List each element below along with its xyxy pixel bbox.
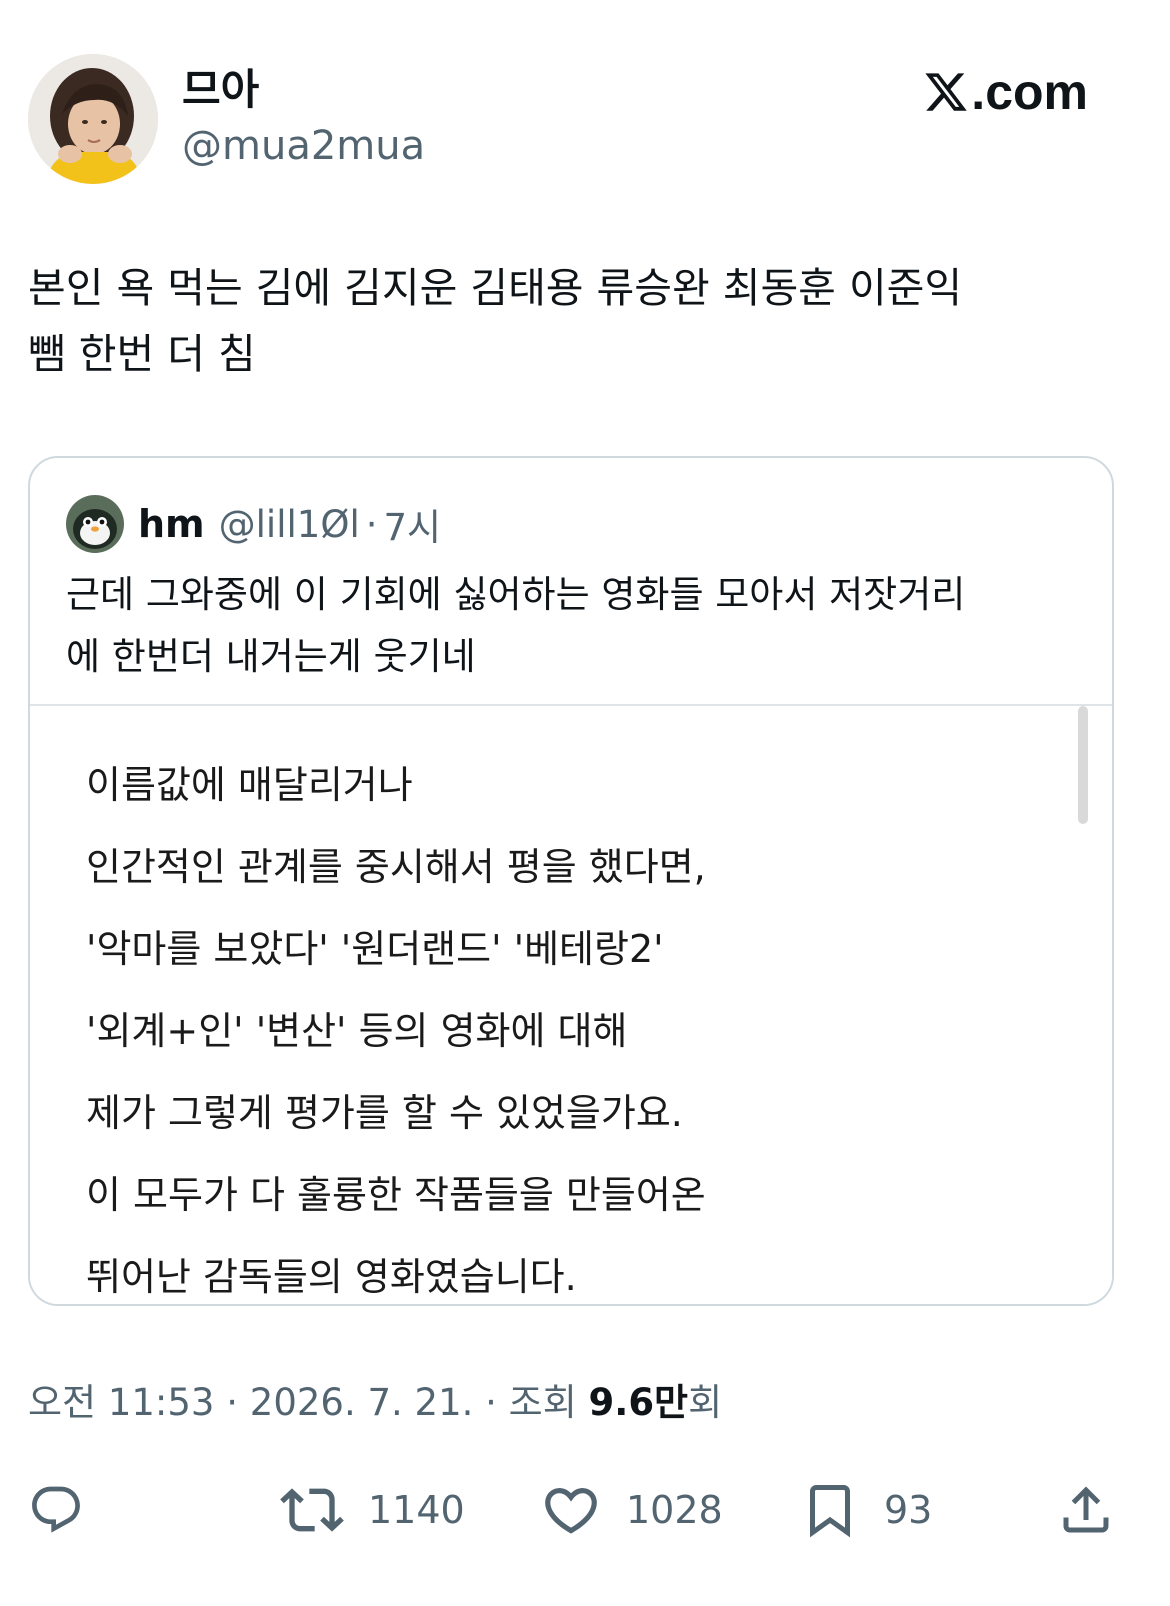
image-scrollbar <box>1078 706 1088 824</box>
image-text-line: 인간적인 관계를 중시해서 평을 했다면, <box>86 845 706 889</box>
bookmark-button[interactable]: 93 <box>800 1470 932 1550</box>
like-button[interactable]: 1028 <box>540 1470 723 1550</box>
author-display-name[interactable]: 므아 <box>182 64 259 116</box>
views-suffix: 회 <box>688 1381 723 1424</box>
meta-separator: · <box>214 1381 250 1424</box>
tweet-text-line: 뺌 한번 더 침 <box>28 330 256 378</box>
views-count: 9.6만 <box>588 1381 689 1424</box>
tweet-text: 본인 욕 먹는 김에 김지운 김태용 류승완 최동훈 이준익 뺌 한번 더 침 <box>28 255 1138 387</box>
action-bar: 1140 1028 93 <box>0 1470 1170 1550</box>
post-time[interactable]: 오전 11:53 <box>28 1381 214 1424</box>
tweet-meta: 오전 11:53 · 2026. 7. 21. · 조회 9.6만회 <box>28 1378 722 1428</box>
quoted-separator: · <box>365 502 378 546</box>
quoted-author-avatar[interactable] <box>66 495 124 553</box>
image-text-line: 뛰어난 감독들의 영화였습니다. <box>86 1255 577 1299</box>
views-label: 조회 <box>508 1381 589 1424</box>
quoted-author-name[interactable]: hm <box>138 502 205 546</box>
share-icon <box>1056 1480 1116 1540</box>
retweet-button[interactable]: 1140 <box>280 1470 465 1550</box>
share-button[interactable] <box>1056 1470 1116 1550</box>
x-logo-icon <box>923 69 969 115</box>
quoted-tweet-text: 근데 그와중에 이 기회에 싫어하는 영화들 모아서 저잣거리 에 한번더 내거… <box>66 564 1086 688</box>
retweet-icon <box>280 1478 344 1542</box>
heart-icon <box>540 1479 602 1541</box>
image-text: 이름값에 매달리거나 인간적인 관계를 중시해서 평을 했다면, '악마를 보았… <box>86 744 706 1304</box>
quoted-timestamp[interactable]: 7시 <box>383 497 441 551</box>
bookmark-icon <box>800 1480 860 1540</box>
image-text-line: '악마를 보았다' '원더랜드' '베테랑2' <box>86 927 664 971</box>
quoted-text-line: 근데 그와중에 이 기회에 싫어하는 영화들 모아서 저잣거리 <box>66 573 966 616</box>
brand-domain-text: .com <box>971 64 1088 120</box>
reply-icon <box>28 1482 84 1538</box>
post-date[interactable]: 2026. 7. 21. <box>250 1381 474 1424</box>
author-avatar[interactable] <box>28 54 158 184</box>
quoted-tweet-header: hm @lill1Øl · 7시 <box>66 494 441 554</box>
image-text-line: 이름값에 매달리거나 <box>86 763 413 807</box>
bookmark-count: 93 <box>884 1488 933 1532</box>
retweet-count: 1140 <box>368 1488 465 1532</box>
meta-separator: · <box>473 1381 509 1424</box>
reply-button[interactable] <box>28 1470 84 1550</box>
quoted-author-handle[interactable]: @lill1Øl <box>219 503 360 546</box>
quoted-tweet-image[interactable]: 이름값에 매달리거나 인간적인 관계를 중시해서 평을 했다면, '악마를 보았… <box>30 706 1112 1304</box>
like-count: 1028 <box>626 1488 723 1532</box>
image-text-line: 제가 그렇게 평가를 할 수 있었을가요. <box>86 1091 683 1135</box>
tweet-text-line: 본인 욕 먹는 김에 김지운 김태용 류승완 최동훈 이준익 <box>28 264 963 312</box>
x-com-brand: .com <box>923 62 1088 122</box>
quoted-text-line: 에 한번더 내거는게 웃기네 <box>66 635 476 678</box>
quoted-tweet-card[interactable]: hm @lill1Øl · 7시 근데 그와중에 이 기회에 싫어하는 영화들 … <box>28 456 1114 1306</box>
image-text-line: '외계+인' '변산' 등의 영화에 대해 <box>86 1009 628 1053</box>
image-text-line: 이 모두가 다 훌륭한 작품들을 만들어온 <box>86 1173 706 1217</box>
author-handle[interactable]: @mua2mua <box>182 122 425 170</box>
